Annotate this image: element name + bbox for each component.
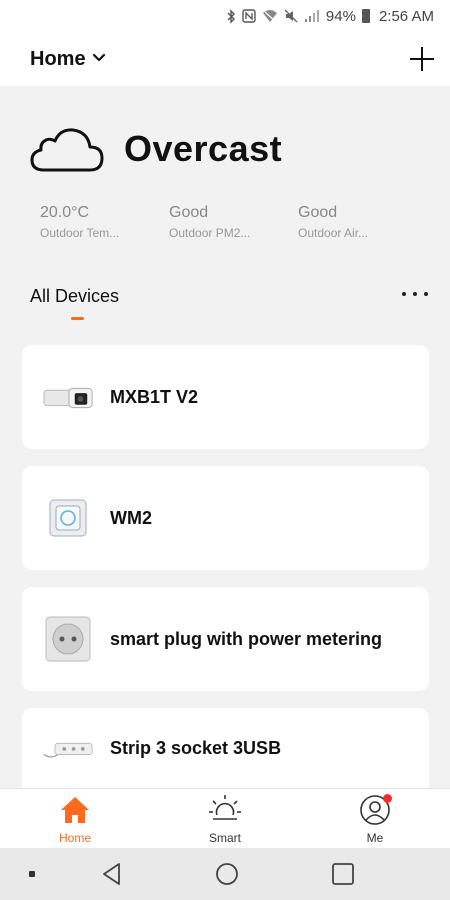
- tab-smart[interactable]: Smart: [150, 789, 300, 848]
- device-card[interactable]: smart plug with power metering: [22, 587, 429, 691]
- power-strip-icon: [42, 722, 94, 774]
- stat-label: Outdoor PM2...: [169, 226, 251, 240]
- device-card[interactable]: Strip 3 socket 3USB: [22, 708, 429, 788]
- weather-stats: 20.0°C Outdoor Tem... Good Outdoor PM2..…: [40, 204, 427, 240]
- app-header: Home: [0, 32, 450, 86]
- device-name: smart plug with power metering: [110, 628, 383, 649]
- cloud-icon: [30, 126, 104, 172]
- recents-icon[interactable]: [330, 861, 356, 887]
- home-icon: [58, 793, 92, 827]
- signal-icon: [304, 9, 320, 23]
- add-device-button[interactable]: [408, 45, 436, 73]
- tab-label: Smart: [208, 830, 241, 845]
- device-name: Strip 3 socket 3USB: [110, 737, 282, 758]
- stat-value: Good: [169, 204, 209, 221]
- stat-label: Outdoor Air...: [298, 226, 369, 240]
- wall-module-icon: [42, 492, 94, 544]
- tab-all-devices[interactable]: All Devices: [30, 286, 119, 307]
- dot: [402, 292, 406, 296]
- weather-condition: Overcast: [124, 128, 283, 169]
- notification-badge: [383, 793, 392, 803]
- camera-device-icon: [42, 371, 94, 423]
- stat-pm25: Good Outdoor PM2...: [169, 204, 298, 240]
- device-name: MXB1T V2: [110, 386, 199, 407]
- weather-panel: Overcast 20.0°C Outdoor Tem... Good Outd…: [0, 86, 450, 256]
- home-label: Home: [30, 47, 86, 70]
- tab-label: Home: [58, 830, 91, 845]
- dot: [413, 292, 417, 296]
- more-options-button[interactable]: [402, 288, 428, 300]
- bluetooth-icon: [226, 8, 236, 24]
- bottom-tab-bar: Home Smart Me: [0, 788, 450, 848]
- active-tab-indicator: [71, 317, 84, 320]
- battery-level: 94%: [325, 7, 356, 25]
- user-icon: [358, 793, 392, 827]
- home-circle-icon[interactable]: [214, 861, 240, 887]
- stat-value: Good: [298, 204, 338, 221]
- devices-section-header: All Devices: [0, 282, 450, 332]
- stat-temperature: 20.0°C Outdoor Tem...: [40, 204, 169, 240]
- stat-air-quality: Good Outdoor Air...: [298, 204, 427, 240]
- sun-icon: [208, 793, 242, 827]
- nfc-icon: [242, 9, 256, 23]
- clock: 2:56 AM: [378, 7, 434, 25]
- device-card[interactable]: MXB1T V2: [22, 345, 429, 449]
- system-nav-bar: [0, 848, 450, 900]
- stat-value: 20.0°C: [40, 204, 90, 221]
- wifi-icon: [262, 9, 278, 23]
- status-bar: 94% 2:56 AM: [0, 0, 450, 32]
- device-name: WM2: [110, 507, 152, 528]
- mute-icon: [284, 9, 298, 23]
- tab-home[interactable]: Home: [0, 789, 150, 848]
- menu-dot-icon[interactable]: [29, 871, 35, 877]
- tab-me[interactable]: Me: [300, 789, 450, 848]
- tab-label: Me: [366, 830, 384, 845]
- smart-plug-icon: [42, 613, 94, 665]
- battery-icon: [361, 9, 373, 23]
- stat-label: Outdoor Tem...: [40, 226, 120, 240]
- dot: [424, 292, 428, 296]
- device-card[interactable]: WM2: [22, 466, 429, 570]
- chevron-down-icon: [92, 50, 106, 68]
- home-selector[interactable]: Home: [30, 48, 106, 71]
- back-icon[interactable]: [99, 861, 125, 887]
